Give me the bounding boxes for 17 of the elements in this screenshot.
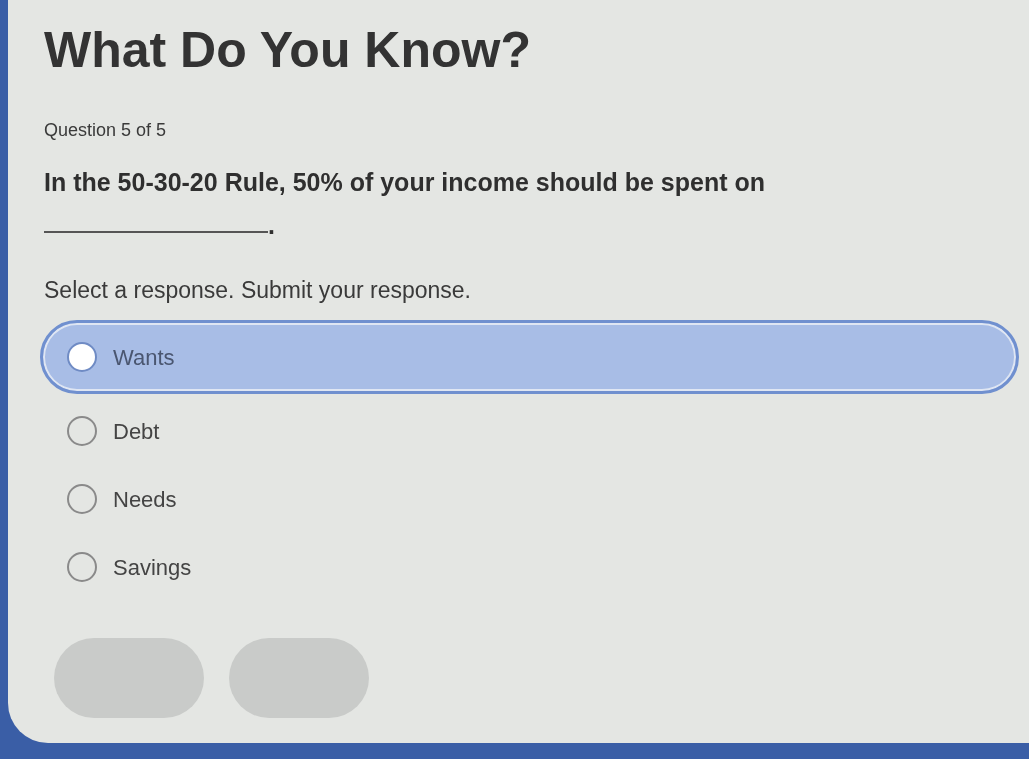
- quiz-title: What Do You Know?: [44, 21, 531, 80]
- answer-option[interactable]: Savings: [40, 536, 1019, 598]
- option-label: Savings: [113, 553, 192, 582]
- option-label: Debt: [113, 417, 160, 446]
- instruction-text: Select a response. Submit your response.: [44, 276, 471, 305]
- answer-option[interactable]: Wants: [40, 320, 1019, 394]
- radio-icon[interactable]: [67, 484, 97, 514]
- option-label: Wants: [113, 343, 175, 372]
- question-text: In the 50-30-20 Rule, 50% of your income should be spent on: [44, 168, 765, 196]
- radio-icon[interactable]: [67, 416, 97, 446]
- radio-icon[interactable]: [67, 342, 97, 372]
- question-end: .: [268, 210, 275, 240]
- question-counter: Question 5 of 5: [44, 119, 167, 142]
- answer-option[interactable]: Needs: [40, 468, 1019, 530]
- answer-option[interactable]: Debt: [40, 400, 1019, 462]
- option-label: Needs: [113, 485, 177, 514]
- radio-icon[interactable]: [67, 552, 97, 582]
